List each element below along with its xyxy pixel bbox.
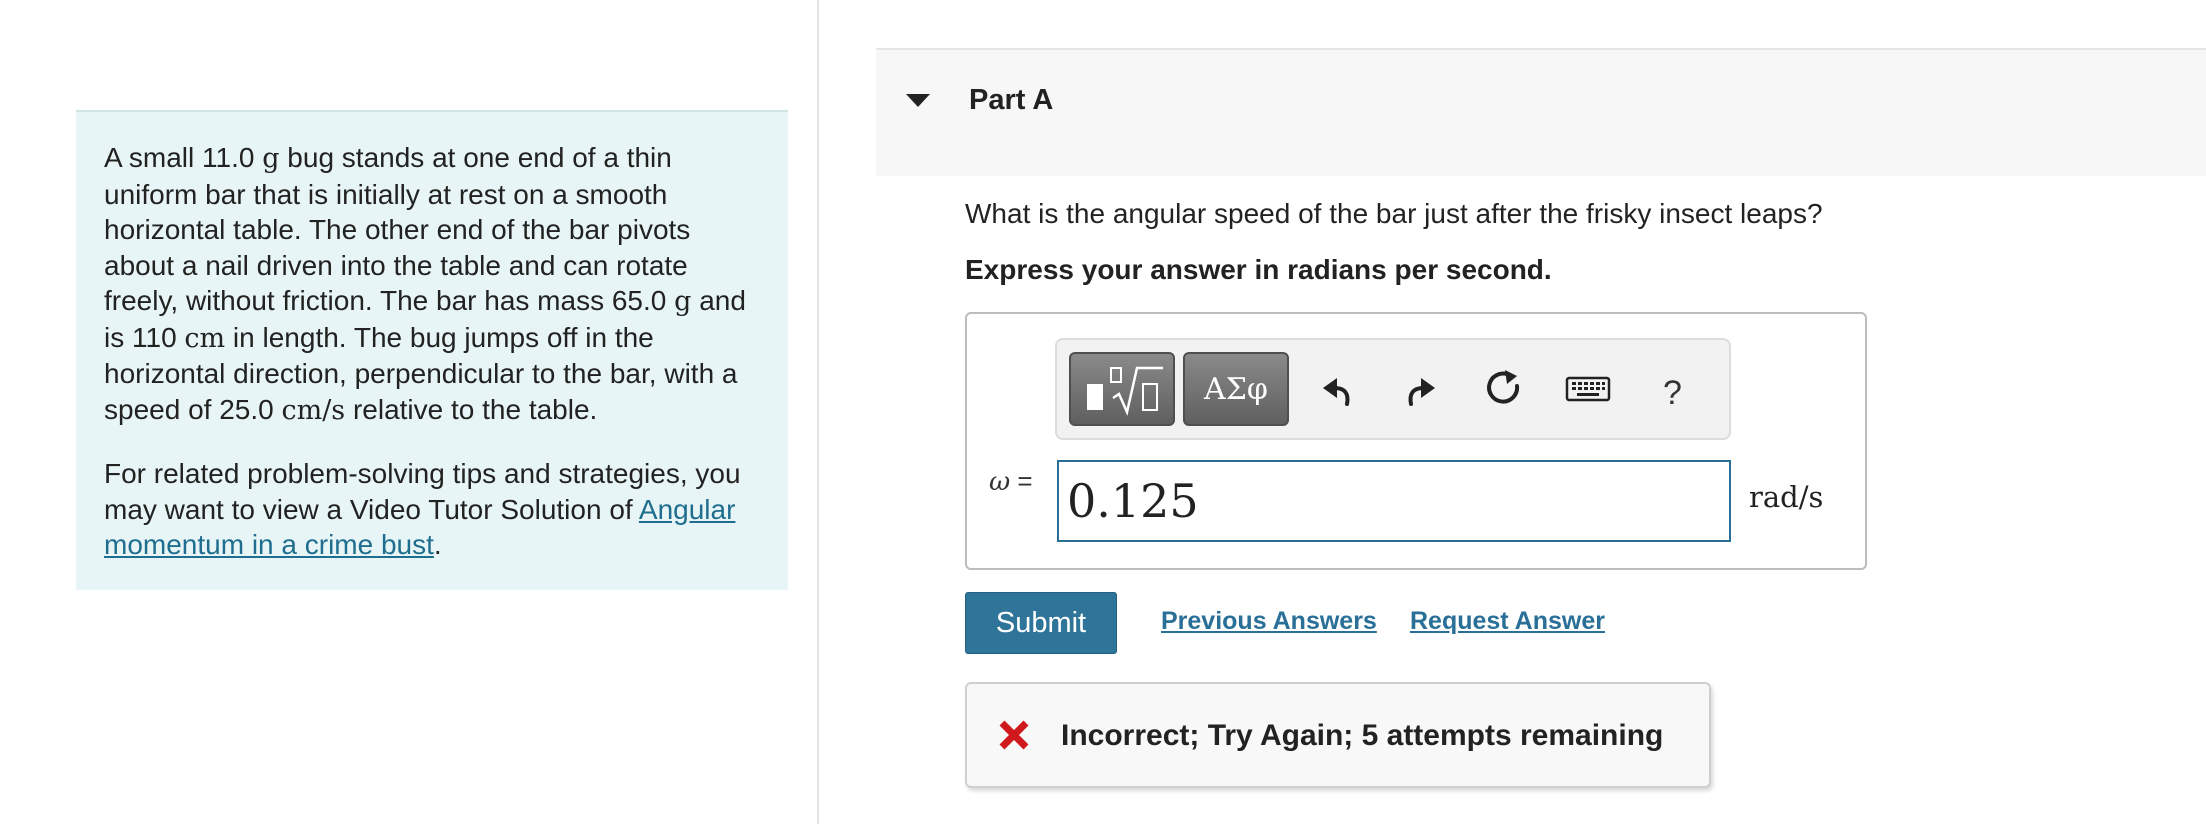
undo-icon[interactable] <box>1315 366 1359 410</box>
equals-sign: = <box>1010 466 1033 496</box>
problem-paragraph-1: A small 11.0 g bug stands at one end of … <box>104 140 760 428</box>
answer-unit: rad/s <box>1749 480 1824 514</box>
incorrect-x-icon <box>999 720 1029 750</box>
part-title: Part A <box>969 84 1054 116</box>
help-icon[interactable]: ? <box>1663 374 1682 413</box>
request-answer-link[interactable]: Request Answer <box>1410 607 1605 636</box>
math-unit: g <box>262 143 280 174</box>
answer-instruction: Express your answer in radians per secon… <box>965 254 1552 285</box>
feedback-box: Incorrect; Try Again; 5 attempts remaini… <box>965 682 1711 788</box>
greek-icon: ΑΣφ <box>1204 372 1268 407</box>
part-header: Part A <box>876 48 2206 176</box>
variable-symbol: ω <box>989 467 1011 497</box>
answer-variable-label: ω = <box>989 466 1033 497</box>
previous-answers-link[interactable]: Previous Answers <box>1161 607 1377 636</box>
math-toolbar: ΑΣφ ? <box>1055 338 1731 440</box>
templates-button[interactable] <box>1069 352 1175 426</box>
math-unit: cm <box>184 322 226 354</box>
paragraph-end-text: . <box>433 529 442 560</box>
question-text: What is the angular speed of the bar jus… <box>965 198 1823 229</box>
panel-divider <box>817 0 819 824</box>
problem-text-segment: relative to the table. <box>345 393 598 425</box>
reset-icon[interactable] <box>1481 366 1525 410</box>
keyboard-icon[interactable] <box>1565 366 1611 410</box>
math-unit: g <box>674 286 692 317</box>
math-unit: cm/s <box>281 394 346 426</box>
feedback-text: Incorrect; Try Again; 5 attempts remaini… <box>1061 719 1664 752</box>
redo-icon[interactable] <box>1399 366 1443 410</box>
submit-button[interactable]: Submit <box>965 592 1117 654</box>
problem-text-segment: A small 11.0 <box>104 142 263 173</box>
collapse-caret-icon[interactable] <box>906 94 930 107</box>
answer-box: ΑΣφ ? ω = rad/s <box>965 312 1867 570</box>
problem-paragraph-2: For related problem-solving tips and str… <box>104 456 760 563</box>
greek-symbols-button[interactable]: ΑΣφ <box>1183 352 1289 426</box>
answer-input[interactable] <box>1057 460 1731 542</box>
problem-statement-panel: A small 11.0 g bug stands at one end of … <box>76 110 788 590</box>
